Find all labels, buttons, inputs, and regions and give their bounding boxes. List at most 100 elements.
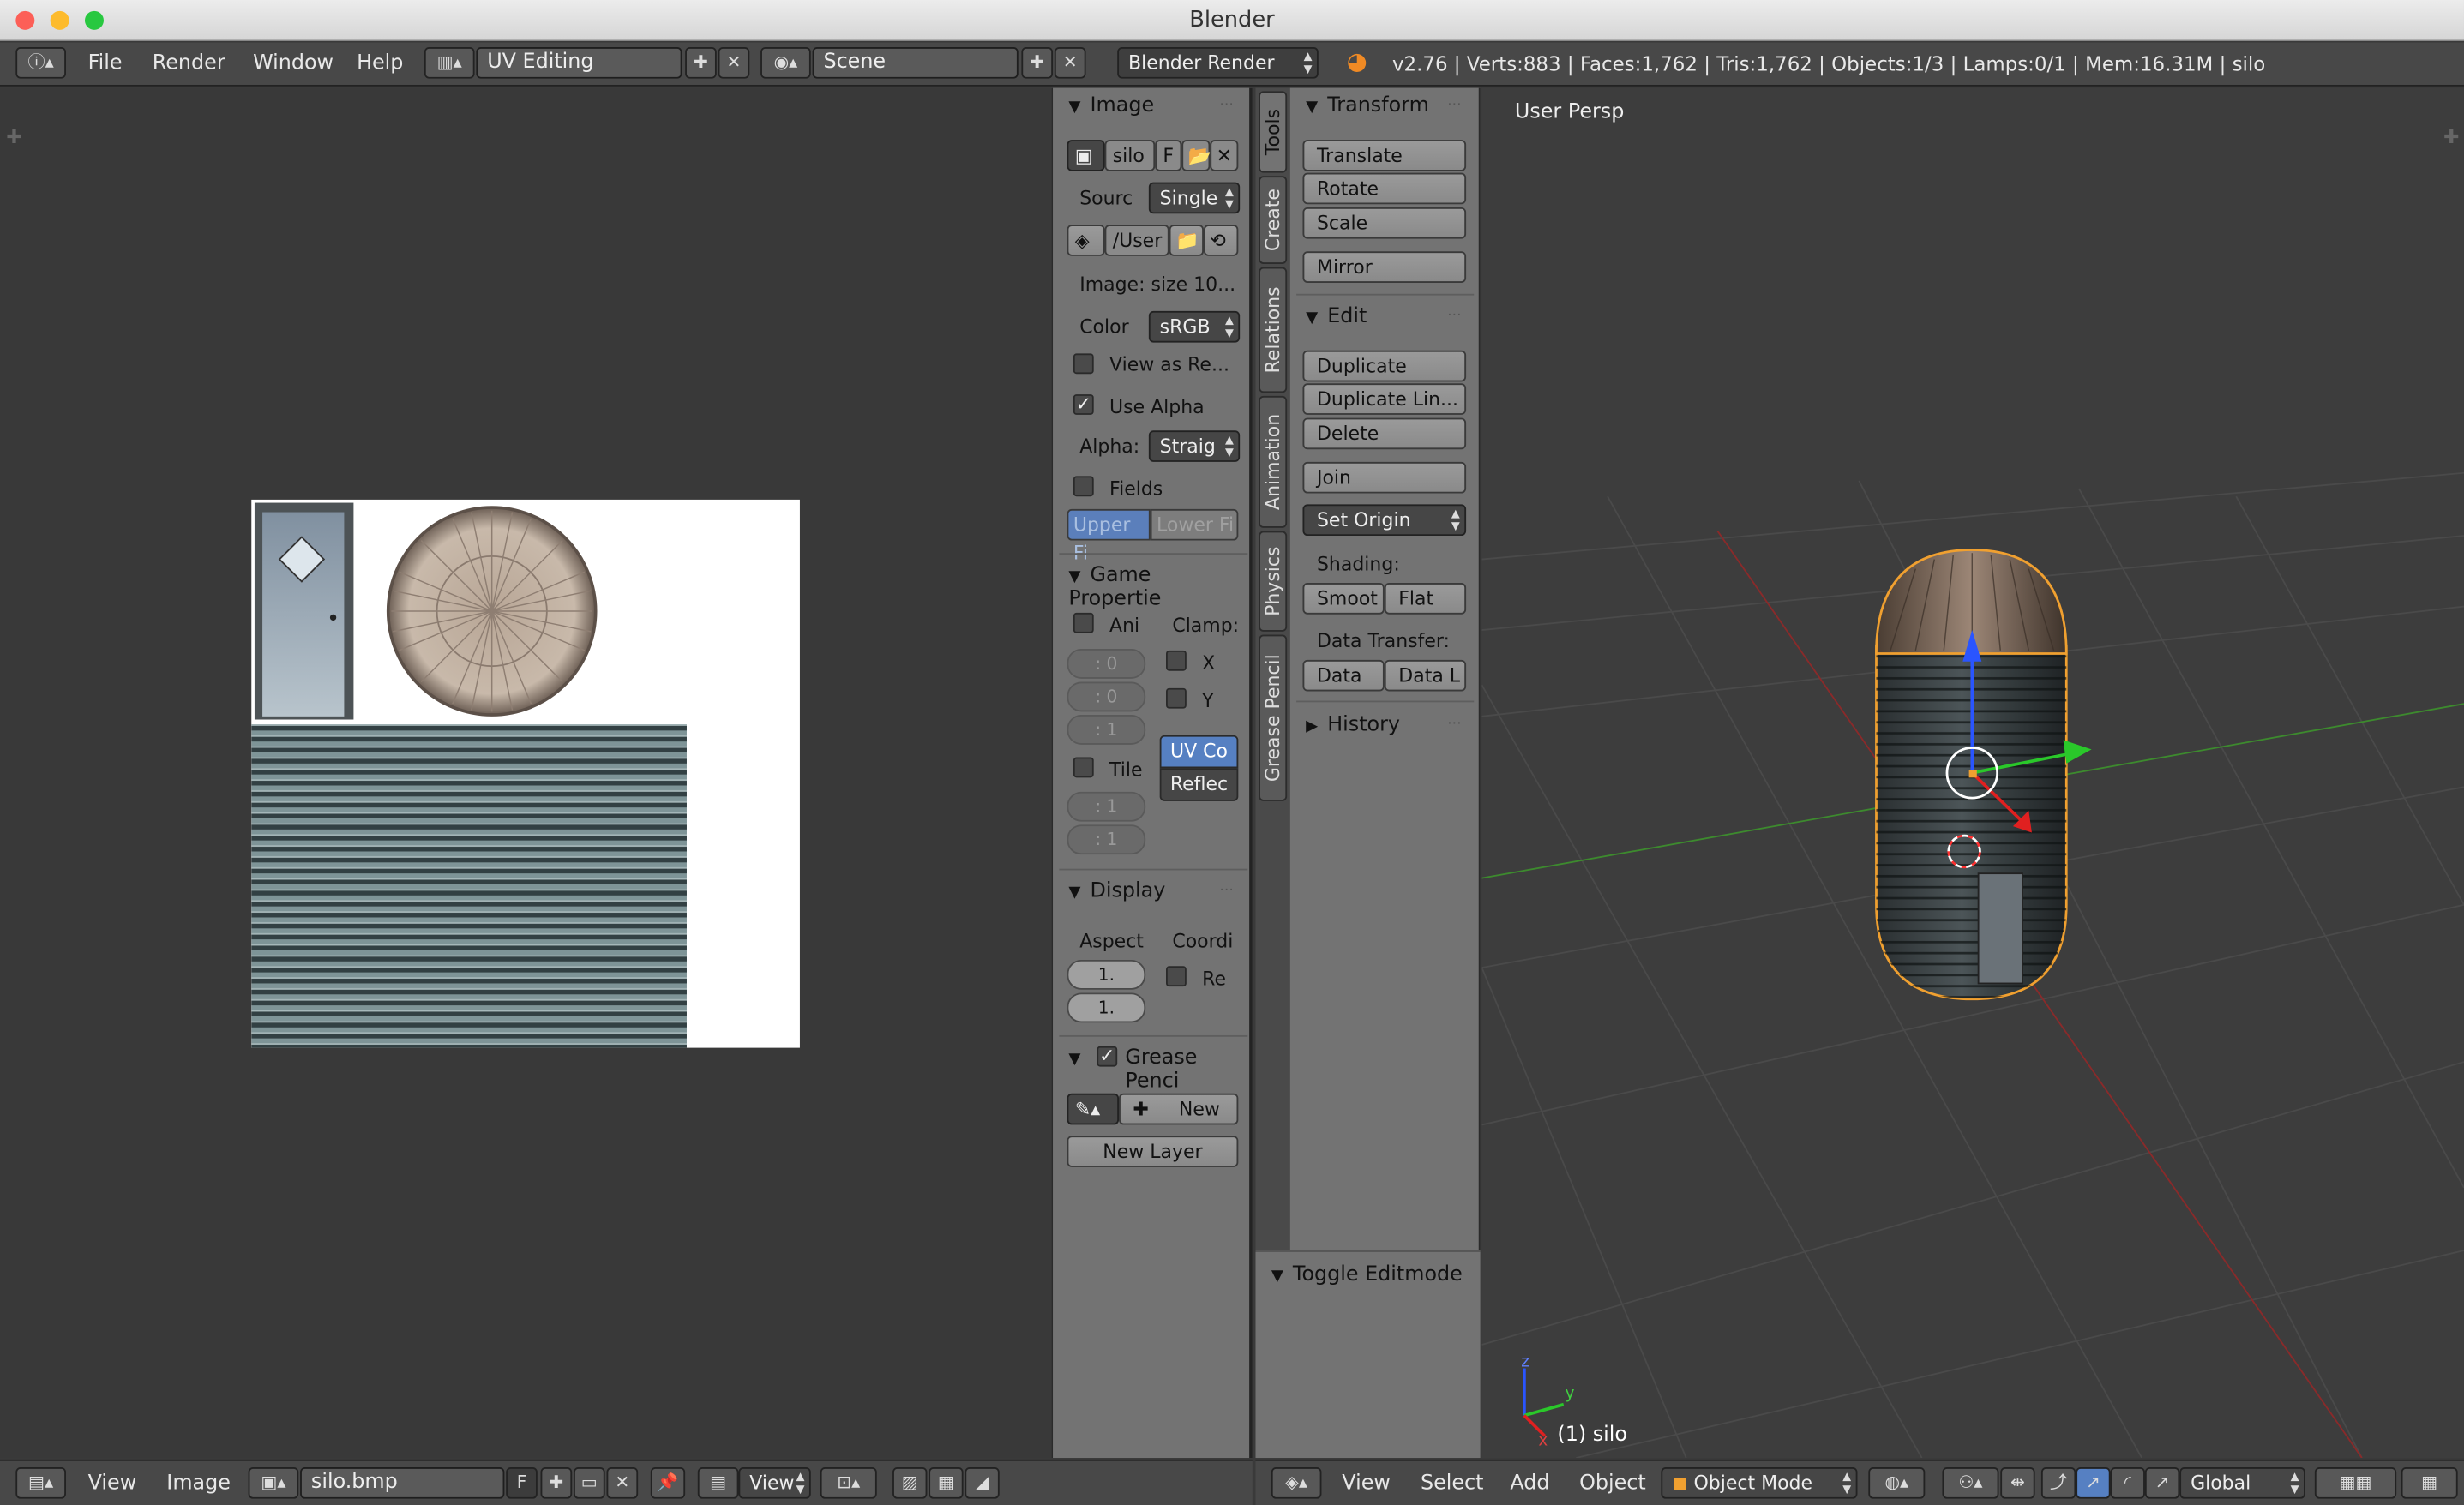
render-engine-select[interactable]: Blender Render ▲ ▼ [1117, 46, 1319, 79]
fake-user-button[interactable]: F [1155, 140, 1182, 171]
tab-relations[interactable]: Relations [1259, 267, 1288, 393]
uv-menu-image[interactable]: Image [166, 1471, 231, 1499]
pencil-browse-icon[interactable]: ✎▴ [1067, 1093, 1120, 1125]
use-alpha-checkbox[interactable]: ✓ [1073, 394, 1094, 415]
aspect-x-field[interactable]: 1. [1067, 959, 1146, 990]
checker-icon[interactable]: ▦ [929, 1467, 964, 1499]
scale-manipulator-icon[interactable]: ◜ [2110, 1467, 2145, 1499]
screen-layout-field[interactable]: UV Editing [476, 46, 682, 79]
manipulator-space-icon[interactable]: ↗ [2144, 1467, 2180, 1499]
filepath-field[interactable]: /User [1104, 225, 1169, 256]
shade-flat-button[interactable]: Flat [1384, 583, 1467, 615]
v3d-menu-object[interactable]: Object [1579, 1471, 1646, 1499]
anim-speed-field[interactable]: : 1 [1067, 715, 1146, 745]
display-header[interactable]: ▼ Display [1068, 879, 1165, 902]
pivot-point-icon[interactable]: ⚇▴ [1942, 1467, 1999, 1499]
maximize-window-icon[interactable] [84, 10, 104, 30]
lower-field-button[interactable]: Lower Fi [1150, 508, 1239, 541]
add-scene-icon[interactable]: ✚ [1021, 46, 1054, 79]
tab-physics[interactable]: Physics [1259, 531, 1288, 632]
menu-help[interactable]: Help [357, 51, 403, 79]
object-mode-select[interactable]: ◼ Object Mode ▲ ▼ [1661, 1467, 1858, 1499]
tile-x-field[interactable]: : 1 [1067, 791, 1146, 822]
source-select[interactable]: Single ▲ ▼ [1148, 182, 1241, 214]
uv-menu-view[interactable]: View [88, 1471, 137, 1499]
tab-animation[interactable]: Animation [1259, 395, 1288, 528]
menu-file[interactable]: File [88, 51, 123, 79]
toggle-editmode-header[interactable]: ▼ Toggle Editmode [1271, 1263, 1463, 1286]
panel-grip-icon[interactable]: ⋯ [1219, 883, 1233, 898]
3d-viewport[interactable]: User Persp z y x (1) silo ✚ [1481, 87, 2464, 1459]
tab-tools[interactable]: Tools [1259, 91, 1288, 173]
grease-pencil-header[interactable]: ▼ [1068, 1046, 1090, 1070]
translate-manipulator-icon[interactable]: ⤴ [2040, 1467, 2076, 1499]
aspect-y-field[interactable]: 1. [1067, 992, 1146, 1023]
uv-image-editor[interactable]: ✚ [0, 87, 1052, 1459]
delete-scene-icon[interactable]: ✕ [1054, 46, 1086, 79]
minimize-window-icon[interactable] [50, 10, 69, 30]
v3d-menu-view[interactable]: View [1342, 1471, 1391, 1499]
upper-field-button[interactable]: Upper Fi [1067, 508, 1151, 564]
add-screen-icon[interactable]: ✚ [685, 46, 717, 79]
view-mode-select[interactable]: View ▲ ▼ [738, 1467, 811, 1499]
game-properties-header[interactable]: ▼ Game Propertie [1068, 564, 1249, 611]
new-layer-button[interactable]: New Layer [1067, 1136, 1239, 1167]
transform-header[interactable]: ▼ Transform [1306, 94, 1429, 117]
repeat-checkbox[interactable] [1166, 966, 1187, 987]
duplicate-linked-button[interactable]: Duplicate Lin... [1302, 383, 1467, 415]
panel-grip-icon[interactable]: ⋯ [1219, 98, 1233, 113]
clamp-y-checkbox[interactable] [1166, 687, 1187, 709]
animated-checkbox[interactable] [1073, 612, 1094, 633]
layers-grid-icon-2[interactable]: ▦ [2401, 1467, 2458, 1499]
rotate-manipulator-icon[interactable]: ↗ [2076, 1467, 2111, 1499]
color-space-select[interactable]: sRGB ▲ ▼ [1148, 310, 1241, 343]
anim-end-field[interactable]: : 0 [1067, 681, 1146, 712]
draw-channels-icon[interactable]: ▨ [892, 1467, 928, 1499]
tile-y-field[interactable]: : 1 [1067, 824, 1146, 855]
duplicate-button[interactable]: Duplicate [1302, 350, 1467, 382]
info-editor-type-icon[interactable]: ⓘ▴ [15, 46, 66, 79]
manipulator-toggle-icon[interactable]: ⇹ [2000, 1467, 2035, 1499]
unlink-image-icon[interactable]: ✕ [606, 1467, 639, 1499]
fields-checkbox[interactable] [1073, 476, 1094, 497]
anim-start-field[interactable]: : 0 [1067, 649, 1146, 679]
unlink-image-icon[interactable]: ✕ [1210, 140, 1239, 171]
mirror-button[interactable]: Mirror [1302, 251, 1467, 283]
v3d-menu-select[interactable]: Select [1421, 1471, 1484, 1499]
image-panel-header[interactable]: ▼ Image [1068, 94, 1154, 117]
menu-window[interactable]: Window [253, 51, 334, 79]
delete-screen-icon[interactable]: ✕ [718, 46, 750, 79]
translate-button[interactable]: Translate [1302, 140, 1467, 171]
data-layout-button[interactable]: Data L [1384, 659, 1467, 692]
uv-coordinates-button[interactable]: UV Co [1159, 735, 1239, 769]
open-image-icon[interactable]: ▭ [574, 1467, 605, 1499]
alpha-mode-select[interactable]: Straig ▲ ▼ [1148, 430, 1241, 462]
open-image-icon[interactable]: 📂 [1181, 140, 1211, 171]
tab-create[interactable]: Create [1259, 176, 1288, 264]
editor-type-icon[interactable]: ◈▴ [1271, 1467, 1322, 1499]
viewport-shading-icon[interactable]: ◍▴ [1868, 1467, 1926, 1499]
image-name-field[interactable]: silo [1104, 140, 1156, 171]
reload-image-icon[interactable]: ⟲ [1204, 225, 1239, 256]
tab-grease-pencil[interactable]: Grease Pencil [1259, 634, 1288, 801]
image-browse-icon[interactable]: ▣ [1067, 140, 1105, 171]
v3d-menu-add[interactable]: Add [1510, 1471, 1549, 1499]
grease-pencil-checkbox[interactable]: ✓ [1097, 1046, 1118, 1067]
shade-smooth-button[interactable]: Smoot [1302, 583, 1385, 615]
region-expand-icon[interactable]: ✚ [6, 126, 21, 148]
pivot-icon[interactable]: ⊡▴ [820, 1467, 877, 1499]
image-name-field[interactable]: silo.bmp [300, 1467, 505, 1499]
edit-header[interactable]: ▼ Edit [1306, 305, 1367, 328]
alpha-icon[interactable]: ◢ [965, 1467, 1000, 1499]
tile-checkbox[interactable] [1073, 757, 1094, 778]
scale-button[interactable]: Scale [1302, 207, 1467, 239]
data-transfer-button[interactable]: Data [1302, 659, 1385, 692]
scene-field[interactable]: Scene [812, 46, 1019, 79]
editor-type-icon[interactable]: ▤▴ [15, 1467, 66, 1499]
set-origin-select[interactable]: Set Origin ▲ ▼ [1302, 504, 1467, 537]
new-grease-pencil-button[interactable]: ✚ New [1119, 1093, 1239, 1125]
pin-icon[interactable]: 📌 [650, 1467, 686, 1499]
fake-user-toggle[interactable]: F [506, 1467, 538, 1499]
new-image-icon[interactable]: ✚ [540, 1467, 573, 1499]
screen-layout-icon[interactable]: ▥▴ [424, 46, 475, 79]
